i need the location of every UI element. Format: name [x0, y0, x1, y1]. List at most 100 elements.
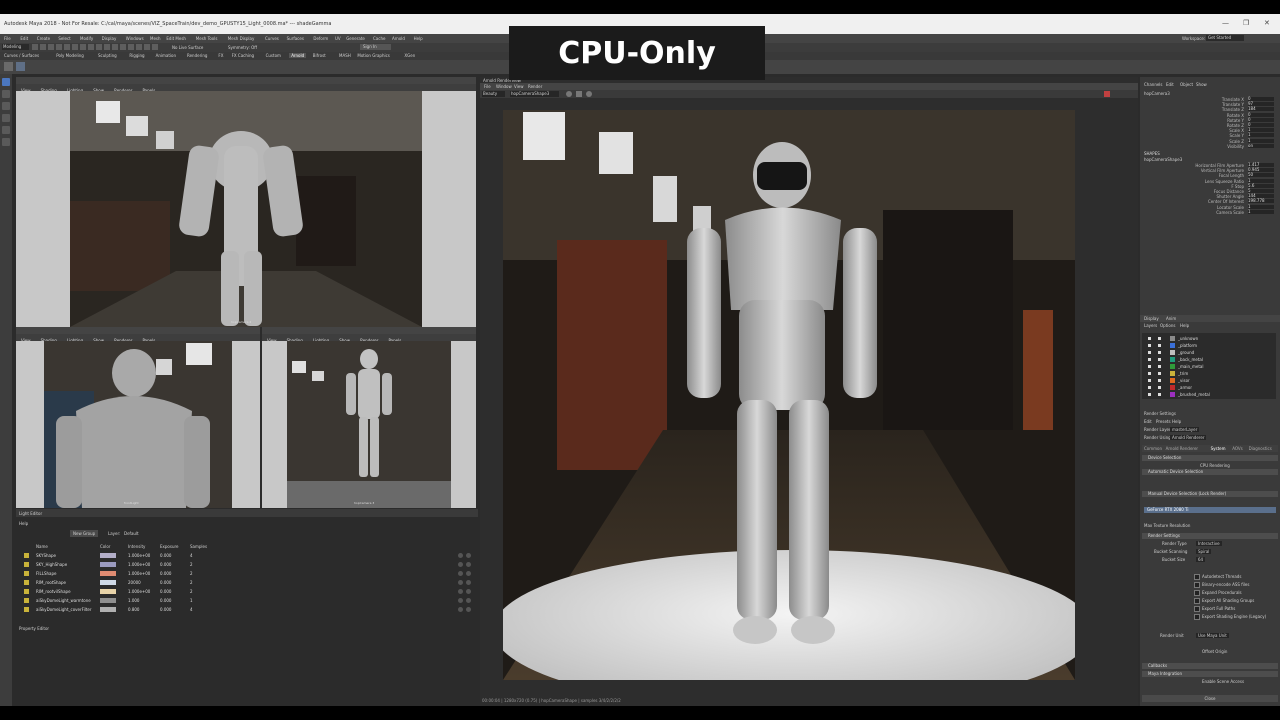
shelf-tab[interactable]: Bifrost [313, 53, 326, 58]
layer-name[interactable]: _platform [1178, 342, 1197, 349]
render-stop-icon[interactable] [576, 91, 582, 97]
shelf-tab[interactable]: Motion Graphics [357, 53, 390, 58]
channel-value[interactable]: 184 [1248, 107, 1274, 112]
light-intensity[interactable]: 1.000e+00 [128, 552, 150, 559]
status-tool-icon[interactable] [104, 44, 110, 50]
render-option-row[interactable]: Binary-encode ASS files [1194, 581, 1278, 588]
light-row[interactable]: RIM_rootvilShape 1.000e+00 0.000 2 [24, 588, 474, 595]
render-refresh-icon[interactable] [586, 91, 592, 97]
checkbox-icon[interactable] [1194, 614, 1200, 620]
light-mute-icon[interactable] [466, 571, 471, 576]
light-color-swatch[interactable] [100, 589, 116, 594]
light-samples[interactable]: 2 [190, 588, 193, 595]
light-color-swatch[interactable] [100, 562, 116, 567]
render-option-row[interactable]: Export All Shading Groups [1194, 597, 1278, 604]
layer-visible-flag-icon[interactable] [1148, 337, 1151, 340]
layer-playback-flag-icon[interactable] [1158, 379, 1161, 382]
layer-visible-flag-icon[interactable] [1148, 365, 1151, 368]
layer-playback-flag-icon[interactable] [1158, 358, 1161, 361]
display-layer-row[interactable]: _trim [1142, 370, 1270, 377]
layer-name[interactable]: _unknown [1178, 335, 1198, 342]
render-unit-select[interactable]: Use Maya Unit [1196, 633, 1229, 638]
render-option-row[interactable]: Expand Procedurals [1194, 589, 1278, 596]
viewport-br-canvas[interactable]: hopCamera 3 [262, 341, 476, 508]
display-layer-row[interactable]: _visor [1142, 377, 1270, 384]
rs-menu-presets[interactable]: Presets [1156, 419, 1171, 424]
status-tool-icon[interactable] [64, 44, 70, 50]
light-intensity[interactable]: 20000 [128, 579, 141, 586]
status-tool-icon[interactable] [144, 44, 150, 50]
workspace-select[interactable]: Get Started [1206, 35, 1244, 41]
rv-menu-file[interactable]: File [484, 84, 491, 89]
layer-name[interactable]: _back_metal [1178, 356, 1203, 363]
checkbox-icon[interactable] [1194, 598, 1200, 604]
light-mute-icon[interactable] [466, 607, 471, 612]
light-solo-icon[interactable] [458, 598, 463, 603]
layer-color-swatch[interactable] [1170, 371, 1175, 376]
viewport-bl-canvas[interactable]: frontLight [16, 341, 260, 508]
render-option-row[interactable]: Export Full Paths [1194, 605, 1278, 612]
light-row-visibility-icon[interactable] [24, 571, 29, 576]
display-layer-row[interactable]: _platform [1142, 342, 1270, 349]
layer-playback-flag-icon[interactable] [1158, 337, 1161, 340]
channel-row[interactable]: Visibility on [1140, 143, 1280, 149]
max-texture-resolution[interactable]: Max Texture Resolution [1144, 523, 1190, 528]
light-samples[interactable]: 4 [190, 552, 193, 559]
display-layer-row[interactable]: _armor [1142, 384, 1270, 391]
light-color-swatch[interactable] [100, 580, 116, 585]
status-tool-icon[interactable] [56, 44, 62, 50]
layer-name[interactable]: _trim [1178, 370, 1188, 377]
section-render-settings[interactable]: Render Settings [1142, 533, 1278, 539]
layer-visible-flag-icon[interactable] [1148, 372, 1151, 375]
new-group-button[interactable]: New Group [70, 530, 99, 537]
render-option-row[interactable]: Autodetect Threads [1194, 573, 1278, 580]
minimize-button[interactable]: — [1222, 20, 1229, 27]
menu-item[interactable]: Help [414, 36, 423, 41]
shelf-tab[interactable]: Rendering [187, 53, 207, 58]
status-tool-icon[interactable] [128, 44, 134, 50]
shelf-tab[interactable]: XGen [404, 53, 415, 58]
layers-tab-anim[interactable]: Anim [1166, 316, 1176, 321]
light-row-visibility-icon[interactable] [24, 553, 29, 558]
light-row[interactable]: RIM_rootShape 20000 0.000 2 [24, 579, 474, 586]
arnold-render-icon[interactable] [16, 62, 25, 71]
light-mute-icon[interactable] [466, 589, 471, 594]
light-color-swatch[interactable] [100, 598, 116, 603]
menu-item[interactable]: Mesh [150, 36, 161, 41]
status-tool-icon[interactable] [112, 44, 118, 50]
select-tool-icon[interactable] [2, 78, 10, 86]
layer-name[interactable]: _visor [1178, 377, 1190, 384]
checkbox-icon[interactable] [1194, 590, 1200, 596]
layer-name[interactable]: _main_metal [1178, 363, 1203, 370]
status-tool-icon[interactable] [88, 44, 94, 50]
rv-menu-window[interactable]: Window [496, 84, 512, 89]
light-solo-icon[interactable] [458, 580, 463, 585]
status-tool-icon[interactable] [48, 44, 54, 50]
shelf-tab[interactable]: Sculpting [98, 53, 117, 58]
menu-item[interactable]: Deform [313, 36, 328, 41]
aov-select[interactable]: Beauty [482, 91, 505, 97]
shelf-tab[interactable]: Rigging [129, 53, 144, 58]
offset-origin-checkbox[interactable]: Offset Origin [1202, 649, 1227, 654]
channel-value[interactable]: 1 [1248, 138, 1274, 143]
light-intensity[interactable]: 1.000e+00 [128, 561, 150, 568]
layers-menu-layers[interactable]: Layers [1144, 323, 1157, 328]
menu-item[interactable]: Edit [20, 36, 28, 41]
section-manual-device[interactable]: Manual Device Selection (Lock Render) [1142, 491, 1278, 497]
gpu-device-item[interactable]: GeForce RTX 2080 Ti [1144, 507, 1276, 513]
symmetry-select[interactable]: Symmetry: Off [228, 45, 257, 50]
shelf-tab[interactable]: Custom [266, 53, 281, 58]
light-row[interactable]: FILLShape 1.000e+00 0.000 2 [24, 570, 474, 577]
menu-item[interactable]: Windows [126, 36, 144, 41]
render-settings-close-button[interactable]: Close [1142, 695, 1278, 702]
layer-color-swatch[interactable] [1170, 343, 1175, 348]
shape-channel-value[interactable]: 1 [1248, 204, 1274, 209]
layer-playback-flag-icon[interactable] [1158, 351, 1161, 354]
shelf-gear-icon[interactable] [4, 62, 13, 71]
layer-color-swatch[interactable] [1170, 378, 1175, 383]
status-tool-icon[interactable] [136, 44, 142, 50]
menu-item[interactable]: Modify [80, 36, 93, 41]
channel-value[interactable]: on [1248, 143, 1274, 148]
status-tool-icon[interactable] [40, 44, 46, 50]
light-exposure[interactable]: 0.000 [160, 606, 171, 613]
